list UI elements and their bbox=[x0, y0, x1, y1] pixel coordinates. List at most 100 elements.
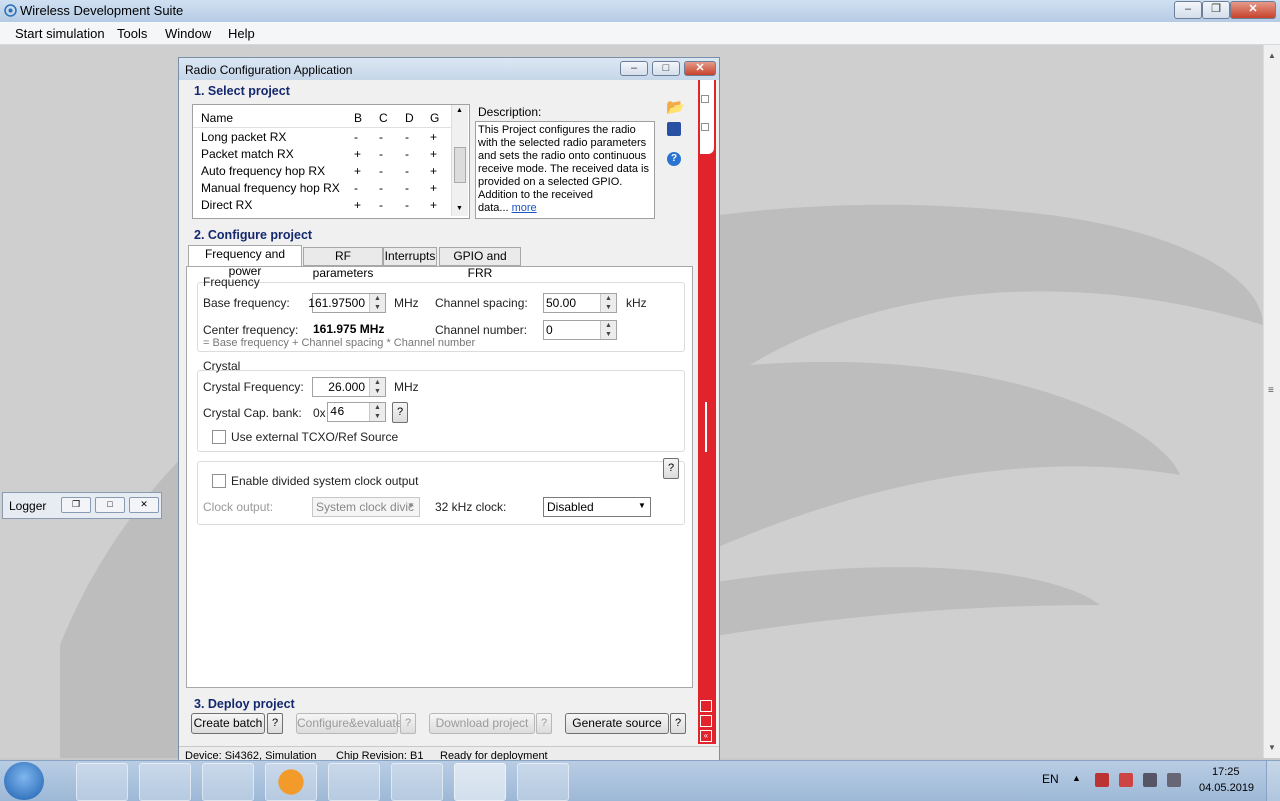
tab-frequency-and-power[interactable]: Frequency and power bbox=[188, 245, 302, 278]
column-c[interactable]: C bbox=[379, 111, 388, 125]
save-icon[interactable] bbox=[667, 122, 681, 136]
create-batch-button[interactable]: Create batch bbox=[191, 713, 265, 734]
restore-icon[interactable]: ❐ bbox=[1202, 1, 1230, 19]
wireless-suite-taskbar-icon[interactable] bbox=[454, 763, 506, 801]
select-project-heading: 1. Select project bbox=[194, 84, 290, 98]
project-list-scrollbar[interactable]: ▲ ▼ bbox=[451, 105, 468, 216]
tray-expand-icon[interactable]: ▲ bbox=[1072, 773, 1081, 783]
clock-output-select[interactable]: System clock divic ▼ bbox=[312, 497, 420, 517]
crystal-help-button[interactable]: ? bbox=[392, 402, 408, 423]
menu-start-simulation[interactable]: Start simulation bbox=[15, 26, 105, 41]
spinner-arrows-icon[interactable]: ▲ ▼ bbox=[369, 403, 385, 421]
create-batch-help-button[interactable]: ? bbox=[267, 713, 283, 734]
generate-source-help-button[interactable]: ? bbox=[670, 713, 686, 734]
tcxo-checkbox[interactable] bbox=[212, 430, 226, 444]
open-folder-icon[interactable]: 📂 bbox=[666, 98, 686, 118]
khz-clock-select[interactable]: Disabled ▼ bbox=[543, 497, 651, 517]
tray-security-icon[interactable] bbox=[1095, 773, 1109, 787]
project-cell-d: - bbox=[405, 181, 409, 195]
project-row[interactable]: Direct RX + - - + bbox=[199, 197, 449, 214]
scroll-up-icon[interactable]: ▲ bbox=[1268, 51, 1276, 60]
column-name[interactable]: Name bbox=[201, 111, 233, 125]
taskbar: EN ▲ 17:25 04.05.2019 bbox=[0, 760, 1280, 801]
cube-app-icon[interactable] bbox=[391, 763, 443, 801]
start-button-icon[interactable] bbox=[4, 762, 44, 800]
side-checkbox-1[interactable] bbox=[701, 95, 709, 103]
workspace-scrollbar[interactable]: ▲ ≡ ▼ bbox=[1263, 45, 1280, 758]
tray-volume-icon[interactable] bbox=[1167, 773, 1181, 787]
channel-spacing-input[interactable]: 50.00 ▲ ▼ bbox=[543, 293, 617, 313]
project-row[interactable]: Auto frequency hop RX + - - + bbox=[199, 163, 449, 180]
project-row[interactable]: Packet match RX + - - + bbox=[199, 146, 449, 163]
column-d[interactable]: D bbox=[405, 111, 414, 125]
notepad-app-icon[interactable] bbox=[517, 763, 569, 801]
side-collapse-icon[interactable]: « bbox=[700, 730, 712, 742]
firefox-icon[interactable] bbox=[265, 763, 317, 801]
calculator-icon[interactable] bbox=[202, 763, 254, 801]
column-g[interactable]: G bbox=[430, 111, 439, 125]
media-player-icon[interactable] bbox=[139, 763, 191, 801]
project-row[interactable]: Manual frequency hop RX - - - + bbox=[199, 180, 449, 197]
tab-gpio-and-frr[interactable]: GPIO and FRR bbox=[439, 247, 521, 280]
language-indicator[interactable]: EN bbox=[1042, 772, 1059, 786]
minimize-icon[interactable]: – bbox=[1174, 1, 1202, 19]
help-icon[interactable]: ? bbox=[667, 152, 681, 166]
maximize-icon[interactable]: □ bbox=[95, 497, 125, 513]
spinner-arrows-icon[interactable]: ▲ ▼ bbox=[369, 294, 385, 312]
app-title-bar: Wireless Development Suite – ❐ ✕ bbox=[0, 0, 1280, 22]
side-splitter[interactable] bbox=[705, 402, 707, 452]
tray-network-icon[interactable] bbox=[1143, 773, 1157, 787]
tray-update-icon[interactable] bbox=[1119, 773, 1133, 787]
project-name: Manual frequency hop RX bbox=[201, 181, 340, 195]
clock-help-button[interactable]: ? bbox=[663, 458, 679, 479]
logger-panel[interactable]: Logger ❐ □ ✕ bbox=[2, 492, 162, 519]
project-name: Direct RX bbox=[201, 198, 253, 212]
download-project-button[interactable]: Download project bbox=[429, 713, 535, 734]
tab-rf-parameters[interactable]: RF parameters bbox=[303, 247, 383, 280]
description-line: provided on a selected GPIO. bbox=[478, 176, 623, 188]
side-checkbox-2[interactable] bbox=[701, 123, 709, 131]
column-b[interactable]: B bbox=[354, 111, 362, 125]
maximize-icon[interactable]: □ bbox=[652, 61, 680, 76]
tab-interrupts[interactable]: Interrupts bbox=[383, 247, 437, 266]
file-explorer-icon[interactable] bbox=[76, 763, 128, 801]
paint-icon[interactable] bbox=[328, 763, 380, 801]
download-project-help-button[interactable]: ? bbox=[536, 713, 552, 734]
crystal-frequency-label: Crystal Frequency: bbox=[203, 380, 304, 394]
configure-evaluate-button[interactable]: Configure&evaluate bbox=[296, 713, 402, 734]
crystal-cap-bank-input[interactable]: 46 ▲ ▼ bbox=[327, 402, 386, 422]
crystal-frequency-unit: MHz bbox=[394, 380, 419, 394]
divided-clock-checkbox[interactable] bbox=[212, 474, 226, 488]
spinner-arrows-icon[interactable]: ▲ ▼ bbox=[369, 378, 385, 396]
clock-date[interactable]: 04.05.2019 bbox=[1199, 782, 1254, 794]
menu-window[interactable]: Window bbox=[165, 26, 211, 41]
side-panel-tab[interactable] bbox=[700, 80, 714, 154]
more-link[interactable]: more bbox=[512, 202, 537, 214]
channel-number-input[interactable]: 0 ▲ ▼ bbox=[543, 320, 617, 340]
minimize-icon[interactable]: – bbox=[620, 61, 648, 76]
close-icon[interactable]: ✕ bbox=[1230, 1, 1276, 19]
show-desktop-button[interactable] bbox=[1266, 761, 1280, 801]
scroll-up-icon[interactable]: ▲ bbox=[456, 107, 463, 114]
restore-icon[interactable]: ❐ bbox=[61, 497, 91, 513]
menu-help[interactable]: Help bbox=[228, 26, 255, 41]
configure-evaluate-help-button[interactable]: ? bbox=[400, 713, 416, 734]
scroll-down-icon[interactable]: ▼ bbox=[1268, 743, 1276, 752]
crystal-frequency-input[interactable]: 26.000 ▲ ▼ bbox=[312, 377, 386, 397]
side-restore-icon[interactable] bbox=[700, 715, 712, 727]
scroll-down-icon[interactable]: ▼ bbox=[456, 205, 463, 212]
clock-time[interactable]: 17:25 bbox=[1212, 766, 1240, 778]
generate-source-button[interactable]: Generate source bbox=[565, 713, 669, 734]
close-icon[interactable]: ✕ bbox=[684, 61, 716, 76]
spinner-arrows-icon[interactable]: ▲ ▼ bbox=[600, 321, 616, 339]
project-row[interactable]: Long packet RX - - - + bbox=[199, 129, 449, 146]
base-frequency-input[interactable]: 161.97500 ▲ ▼ bbox=[308, 293, 386, 313]
project-cell-g: + bbox=[430, 198, 438, 212]
scroll-grip-icon[interactable]: ≡ bbox=[1268, 385, 1274, 396]
menu-tools[interactable]: Tools bbox=[117, 26, 147, 41]
spinner-arrows-icon[interactable]: ▲ ▼ bbox=[600, 294, 616, 312]
project-list[interactable]: Name B C D G Long packet RX - - - + Packet ma… bbox=[192, 104, 470, 219]
scroll-thumb[interactable] bbox=[454, 147, 466, 183]
close-icon[interactable]: ✕ bbox=[129, 497, 159, 513]
side-maximize-icon[interactable] bbox=[700, 700, 712, 712]
